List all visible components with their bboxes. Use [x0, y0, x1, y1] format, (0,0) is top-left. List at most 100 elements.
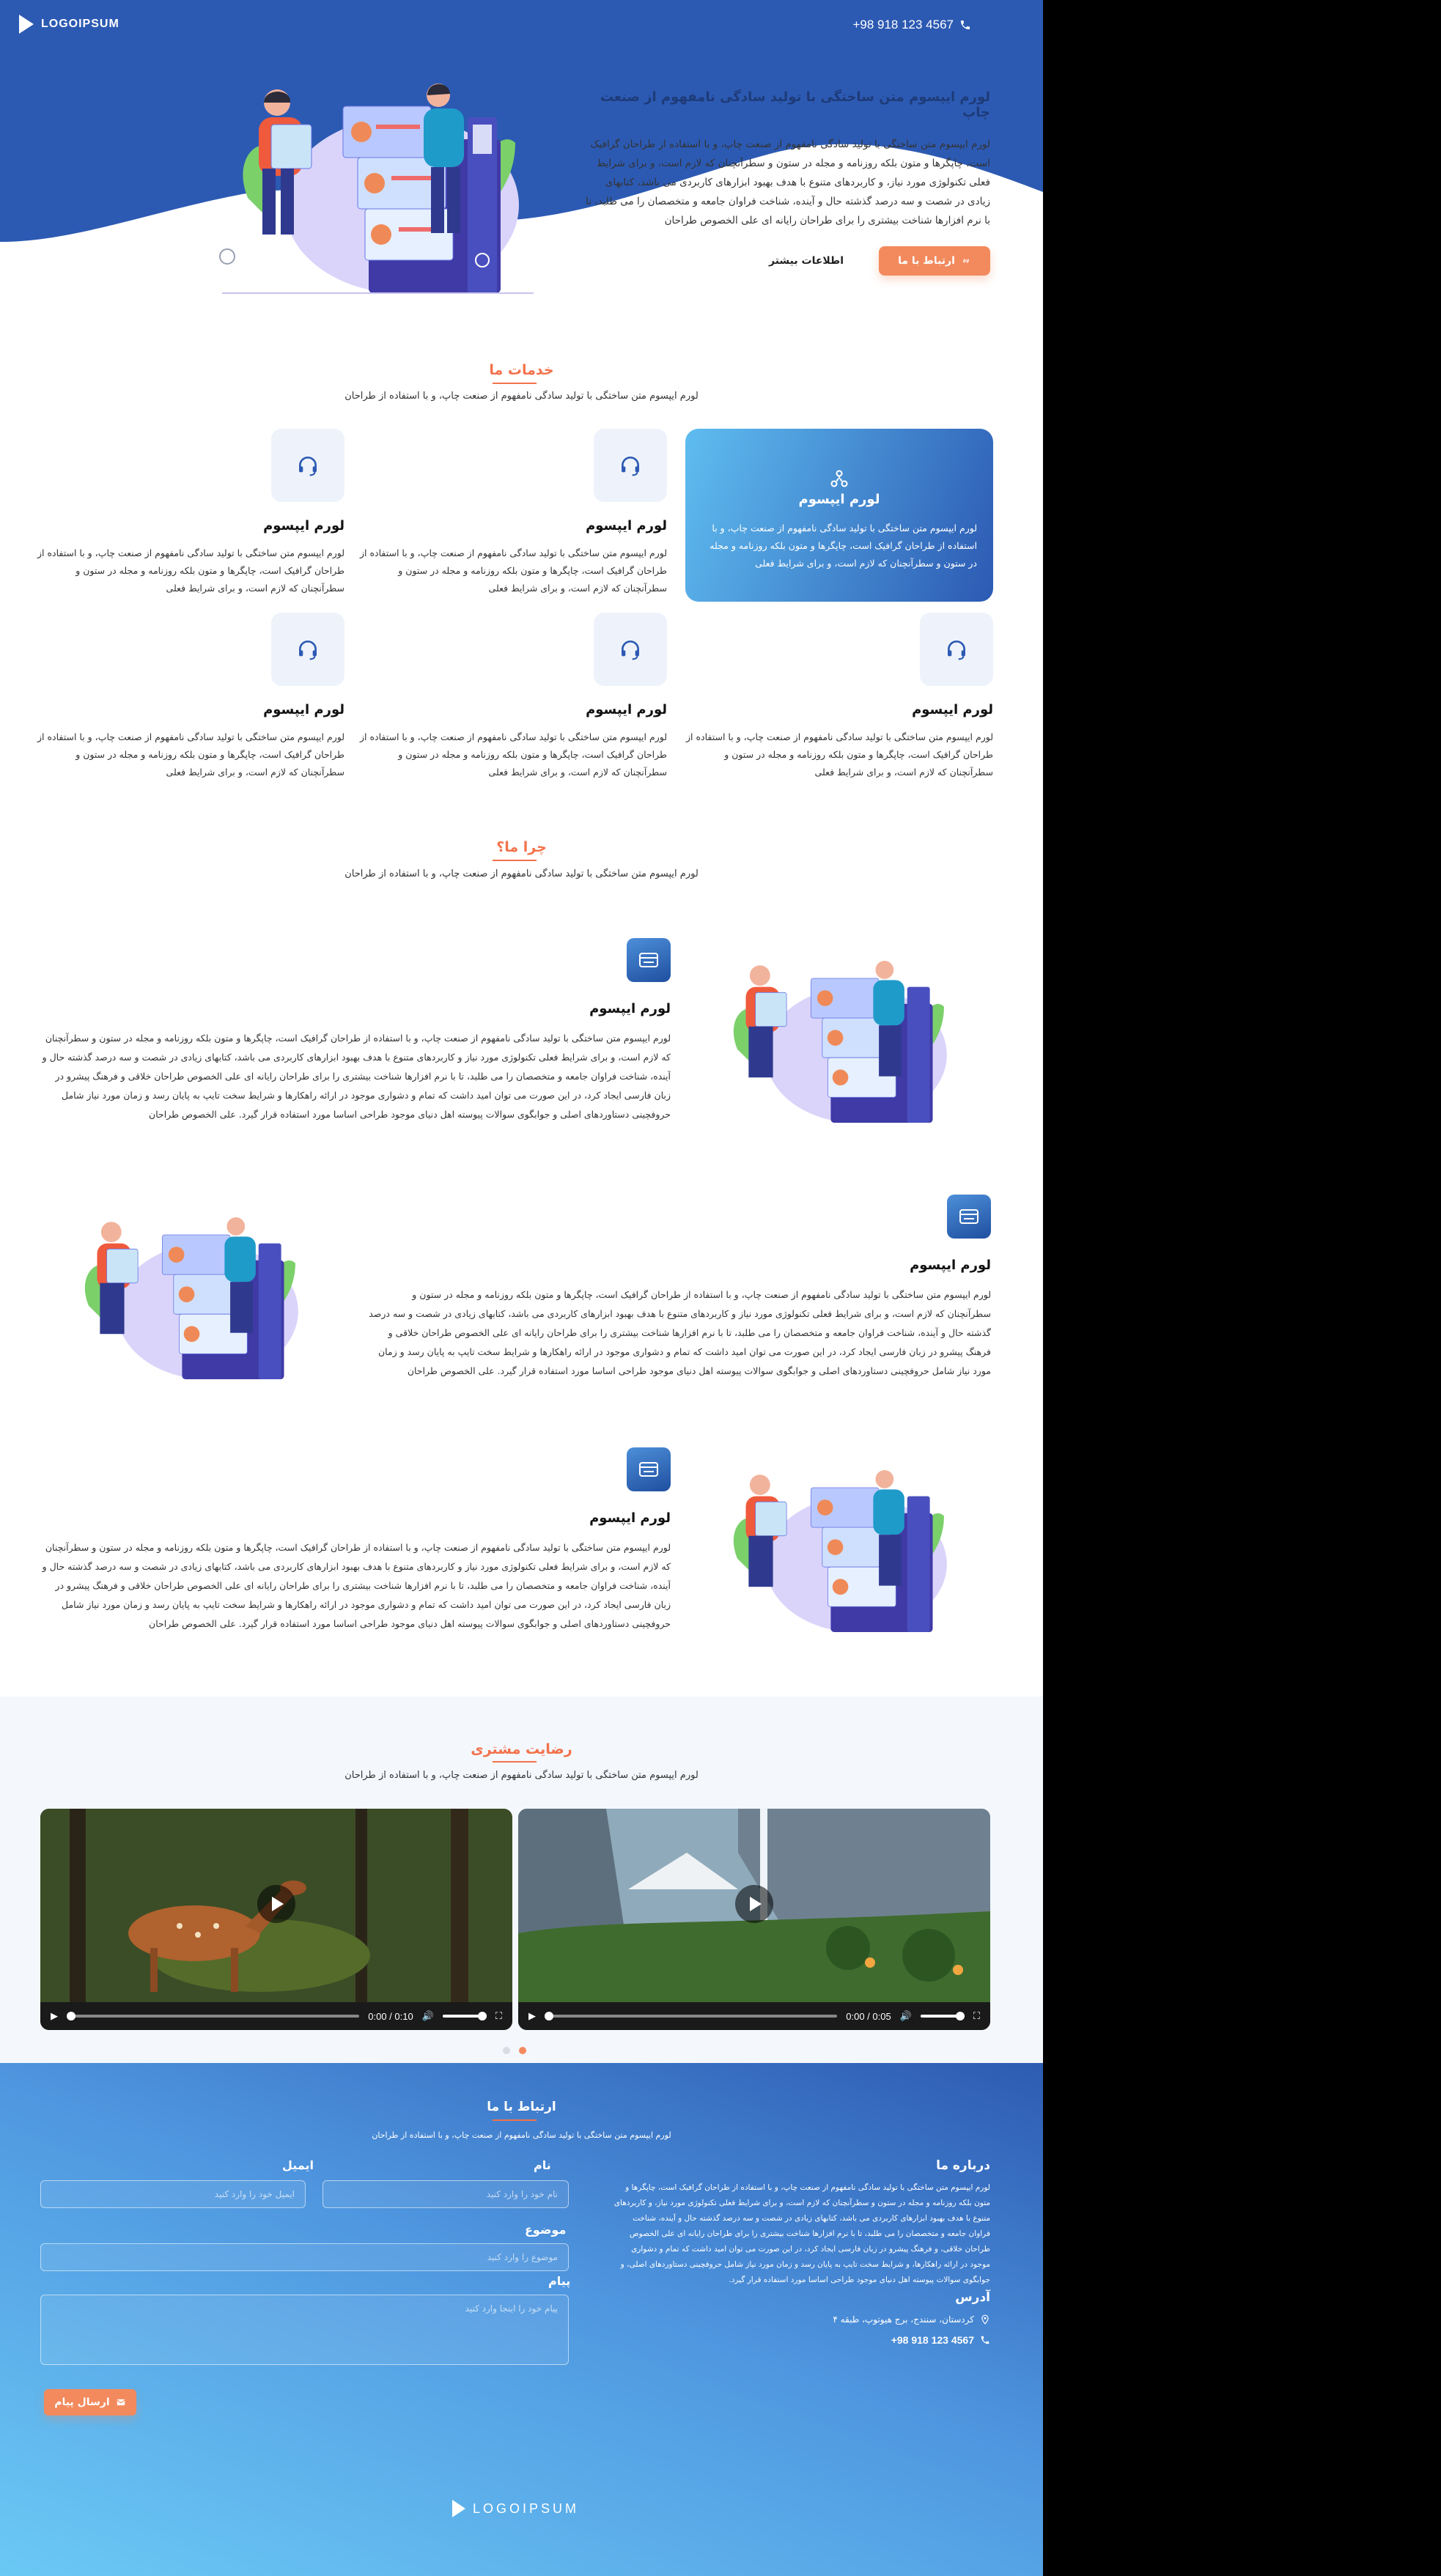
- why-item: لورم ایپسوم لورم ایپسوم متن ساختگی با تو…: [37, 1440, 671, 1638]
- service-card[interactable]: لورم ایپسوم لورم ایپسوم متن ساختگی با تو…: [685, 429, 993, 602]
- service-card[interactable]: لورم ایپسوم لورم ایپسوم متن ساختگی با تو…: [359, 429, 667, 602]
- hero-section: LOGOIPSUM +98 918 123 4567 لورم ایپسوم م…: [0, 0, 1043, 308]
- video-player[interactable]: ▶ 0:00 / 0:05 🔊 ⛶: [518, 1809, 990, 2030]
- testimonials-title-underline: [493, 1761, 537, 1763]
- page: LOGOIPSUM +98 918 123 4567 لورم ایپسوم م…: [0, 0, 1043, 2576]
- message-textarea[interactable]: پیام خود را اینجا وارد کنید: [40, 2295, 569, 2365]
- hero-contact-button[interactable]: ارتباط با ما: [879, 246, 990, 276]
- why-item: لورم ایپسوم لورم ایپسوم متن ساختگی با تو…: [366, 1187, 991, 1385]
- envelope-icon: [117, 2399, 125, 2406]
- address-title: آدرس: [955, 2290, 990, 2305]
- service-title: لورم ایپسوم: [586, 702, 667, 717]
- service-card[interactable]: لورم ایپسوم لورم ایپسوم متن ساختگی با تو…: [37, 613, 344, 786]
- services-subtitle: لورم ایپسوم متن ساختگی با تولید سادگی نا…: [344, 391, 699, 402]
- hero-more-button[interactable]: اطلاعات بیشتر: [759, 246, 854, 276]
- why-subtitle: لورم ایپسوم متن ساختگی با تولید سادگی نا…: [344, 868, 699, 879]
- play-icon[interactable]: ▶: [528, 2010, 536, 2022]
- seek-bar[interactable]: [545, 2012, 838, 2020]
- service-text: لورم ایپسوم متن ساختگی با تولید سادگی نا…: [359, 547, 667, 594]
- hero-contact-label: ارتباط با ما: [898, 255, 955, 267]
- why-title-underline: [493, 860, 537, 861]
- testimonials-title: رضایت مشتری: [471, 1741, 572, 1757]
- header-logo[interactable]: LOGOIPSUM: [19, 15, 119, 34]
- volume-slider[interactable]: [442, 2012, 487, 2020]
- carousel-dot[interactable]: [503, 2047, 510, 2054]
- logo-mark-icon: [452, 2500, 465, 2517]
- address-line: کردستان، سنندج، برج هیوتوپ، طبقه ۴: [833, 2314, 990, 2325]
- name-label: نام: [534, 2158, 551, 2172]
- message-label: پیام: [548, 2274, 571, 2288]
- services-title: خدمات ما: [489, 362, 554, 378]
- hero-title: لورم ایپسوم متن ساختگی با تولید سادگی نا…: [600, 89, 990, 120]
- footer-logo[interactable]: LOGOIPSUM: [452, 2500, 579, 2517]
- video-time: 0:00 / 0:10: [368, 2010, 413, 2022]
- why-item: لورم ایپسوم لورم ایپسوم متن ساختگی با تو…: [37, 931, 671, 1129]
- service-title: لورم ایپسوم: [586, 518, 667, 534]
- why-item-title: لورم ایپسوم: [589, 1510, 671, 1526]
- carousel-dot-active[interactable]: [519, 2047, 526, 2054]
- name-input[interactable]: نام خود را وارد کنید: [323, 2180, 569, 2208]
- why-illustration: [733, 961, 947, 1123]
- service-text: لورم ایپسوم متن ساختگی با تولید سادگی نا…: [359, 731, 667, 778]
- video-controls: ▶ 0:00 / 0:05 🔊 ⛶: [518, 2002, 990, 2030]
- why-item-title: لورم ایپسوم: [589, 1001, 671, 1016]
- volume-slider[interactable]: [920, 2012, 965, 2020]
- why-illustration: [84, 1217, 298, 1380]
- hero-text: لورم ایپسوم متن ساختگی با تولید سادگی نا…: [580, 89, 990, 230]
- why-item-title: لورم ایپسوم: [910, 1258, 991, 1273]
- logo-mark-icon: [19, 15, 34, 34]
- hero-description: لورم ایپسوم متن ساختگی با تولید سادگی نا…: [586, 139, 990, 226]
- service-text: لورم ایپسوم متن ساختگی با تولید سادگی نا…: [37, 547, 344, 594]
- service-card[interactable]: لورم ایپسوم لورم ایپسوم متن ساختگی با تو…: [685, 613, 993, 786]
- logo-text: LOGOIPSUM: [41, 18, 119, 30]
- why-item-text: لورم ایپسوم متن ساختگی با تولید سادگی نا…: [369, 1289, 991, 1376]
- service-text: لورم ایپسوم متن ساختگی با تولید سادگی نا…: [37, 731, 344, 778]
- service-card[interactable]: لورم ایپسوم لورم ایپسوم متن ساختگی با تو…: [37, 429, 344, 602]
- link-icon: [963, 259, 969, 263]
- service-card[interactable]: لورم ایپسوم لورم ایپسوم متن ساختگی با تو…: [359, 613, 667, 786]
- service-title: لورم ایپسوم: [798, 492, 880, 507]
- contact-title-underline: [493, 2119, 537, 2121]
- subject-input[interactable]: موضوع را وارد کنید: [40, 2243, 569, 2271]
- play-icon[interactable]: ▶: [51, 2010, 58, 2022]
- subject-label: موضوع: [525, 2223, 567, 2237]
- footer-logo-text: LOGOIPSUM: [473, 2501, 580, 2516]
- contact-title: ارتباط با ما: [487, 2100, 556, 2114]
- phone-icon: [981, 2336, 989, 2344]
- location-pin-icon: [981, 2314, 989, 2325]
- phone-icon: [961, 21, 970, 29]
- contact-phone-number: +98 918 123 4567: [891, 2334, 974, 2346]
- volume-icon[interactable]: 🔊: [900, 2010, 912, 2022]
- about-title: درباره ما: [936, 2158, 990, 2173]
- services-title-underline: [493, 383, 537, 384]
- send-message-button[interactable]: ارسال پیام: [44, 2389, 136, 2416]
- video-player[interactable]: ▶ 0:00 / 0:10 🔊 ⛶: [40, 1809, 512, 2030]
- contact-subtitle: لورم ایپسوم متن ساختگی با تولید سادگی نا…: [372, 2130, 671, 2140]
- browser-window-icon: [627, 938, 671, 982]
- seek-bar[interactable]: [67, 2012, 360, 2020]
- hero-more-label: اطلاعات بیشتر: [768, 255, 844, 267]
- browser-window-icon: [627, 1447, 671, 1491]
- play-button[interactable]: [257, 1884, 295, 1923]
- hero-illustration: [219, 84, 534, 294]
- why-item-text: لورم ایپسوم متن ساختگی با تولید سادگی نا…: [42, 1033, 671, 1120]
- send-message-label: ارسال پیام: [54, 2396, 110, 2408]
- video-controls: ▶ 0:00 / 0:10 🔊 ⛶: [40, 2002, 512, 2030]
- fullscreen-icon[interactable]: ⛶: [973, 2010, 980, 2022]
- play-button[interactable]: [735, 1884, 773, 1923]
- fullscreen-icon[interactable]: ⛶: [495, 2010, 502, 2022]
- service-title: لورم ایپسوم: [263, 518, 344, 534]
- phone-number: +98 918 123 4567: [852, 18, 954, 32]
- email-input[interactable]: ایمیل خود را وارد کنید: [40, 2180, 306, 2208]
- volume-icon[interactable]: 🔊: [422, 2010, 434, 2022]
- address-text: کردستان، سنندج، برج هیوتوپ، طبقه ۴: [833, 2314, 974, 2325]
- header-phone[interactable]: +98 918 123 4567: [852, 18, 971, 32]
- headset-icon: [920, 613, 993, 686]
- contact-phone[interactable]: +98 918 123 4567: [891, 2334, 990, 2346]
- top-bar: LOGOIPSUM +98 918 123 4567: [0, 0, 1043, 51]
- service-title: لورم ایپسوم: [263, 702, 344, 717]
- headset-icon: [594, 429, 667, 502]
- browser-window-icon: [947, 1195, 991, 1239]
- headset-icon: [594, 613, 667, 686]
- why-illustration: [733, 1470, 947, 1633]
